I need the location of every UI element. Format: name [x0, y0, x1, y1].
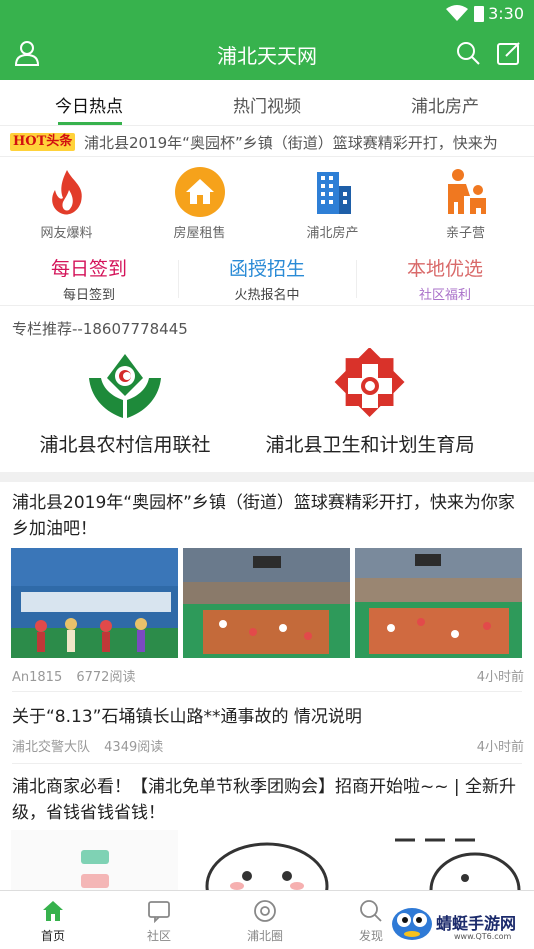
chat-icon [147, 899, 171, 924]
article-source: An1815 [12, 670, 63, 685]
article-item[interactable]: 浦北县2019年“奥园杯”乡镇（街道）篮球赛精彩开打，快来为你家乡加油吧！ An… [0, 482, 534, 692]
circle-icon [253, 899, 277, 923]
article-source: 浦北交警大队 [12, 740, 91, 755]
article-item[interactable]: 关于“8.13”石埇镇长山路**通事故的 情况说明 浦北交警大队 4349阅读 … [0, 692, 534, 764]
article-time: 4小时前 [476, 740, 524, 755]
article-meta: 浦北交警大队 4349阅读 4小时前 [12, 736, 524, 755]
edit-icon[interactable] [496, 40, 522, 70]
discover-search-icon [359, 899, 383, 923]
grid-label: 房屋租售 [173, 226, 226, 241]
feature-row: 每日签到 每日签到 函授招生 火热报名中 本地优选 社区福利 [0, 250, 534, 306]
hot-headline[interactable]: HOT头条 浦北县2019年“奥园杯”乡镇（街道）篮球赛精彩开打，快来为 [0, 127, 534, 157]
feature-subtitle: 火热报名中 [234, 288, 300, 303]
hot-tag: HOT头条 [10, 133, 76, 151]
watermark-url: www.QT6.com [454, 932, 512, 941]
article-thumbnails [11, 830, 523, 890]
feature-title: 每日签到 [50, 258, 127, 280]
status-bar: 3:30 [0, 0, 534, 28]
article-photo-3[interactable] [355, 830, 522, 890]
nav-label: 首页 [40, 929, 65, 943]
nav-label: 社区 [146, 929, 171, 943]
nav-home[interactable]: 首页 [0, 899, 106, 944]
feature-subtitle: 每日签到 [62, 288, 115, 303]
wifi-icon [446, 5, 468, 25]
nav-label: 浦北圈 [246, 929, 283, 943]
feature-local-picks[interactable]: 本地优选 社区福利 [356, 254, 534, 303]
nav-circle[interactable]: 浦北圈 [212, 899, 318, 944]
house-icon [174, 166, 226, 218]
article-time: 4小时前 [476, 670, 524, 685]
org-credit-union[interactable]: 浦北县农村信用联社 [20, 348, 230, 457]
feature-title: 函授招生 [228, 258, 305, 280]
grid-item-netizen-report[interactable]: 网友爆料 [0, 166, 133, 241]
watermark: 蜻蜓手游网 www.QT6.com [388, 900, 528, 946]
home-icon [41, 899, 65, 923]
nav-label: 发现 [358, 929, 383, 943]
building-icon [307, 166, 359, 218]
status-time: 3:30 [488, 4, 524, 23]
feature-daily-checkin[interactable]: 每日签到 每日签到 [0, 254, 178, 303]
watermark-text: 蜻蜓手游网 [436, 914, 517, 933]
app-title: 浦北天天网 [217, 44, 317, 68]
flame-icon [41, 166, 93, 218]
grid-label: 亲子营 [445, 226, 485, 241]
grid-item-house-rent[interactable]: 房屋租售 [133, 166, 266, 241]
feature-title: 本地优选 [406, 258, 483, 280]
grid-item-parent-child[interactable]: 亲子营 [399, 166, 532, 241]
article-meta: An1815 6772阅读 4小时前 [12, 666, 524, 685]
article-title[interactable]: 浦北县2019年“奥园杯”乡镇（街道）篮球赛精彩开打，快来为你家乡加油吧！ [12, 490, 524, 542]
feature-enrollment[interactable]: 函授招生 火热报名中 [178, 254, 356, 303]
article-reads: 6772阅读 [76, 670, 136, 685]
app-bar: 浦北天天网 [0, 28, 534, 80]
org-health-bureau[interactable]: 浦北县卫生和计划生育局 [250, 347, 490, 457]
active-tab-indicator [58, 122, 122, 125]
article-item[interactable]: 浦北商家必看！【浦北免单节秋季团购会】招商开始啦~~ | 全新升级，省钱省钱省钱… [0, 764, 534, 890]
article-photo-2[interactable] [183, 548, 350, 658]
tab-today-hot[interactable]: 今日热点 [0, 92, 178, 117]
org-name: 浦北县卫生和计划生育局 [265, 434, 475, 456]
article-title[interactable]: 关于“8.13”石埇镇长山路**通事故的 情况说明 [12, 704, 524, 730]
watermark-dragonfly-logo-icon [392, 908, 432, 940]
health-bureau-logo-icon [250, 347, 490, 424]
article-photo-1[interactable] [11, 830, 178, 890]
hot-headline-text[interactable]: 浦北县2019年“奥园杯”乡镇（街道）篮球赛精彩开打，快来为 [84, 132, 498, 153]
nav-community[interactable]: 社区 [106, 899, 212, 944]
tab-real-estate[interactable]: 浦北房产 [356, 92, 534, 117]
article-photo-1[interactable] [11, 548, 178, 658]
grid-item-real-estate[interactable]: 浦北房产 [266, 166, 399, 241]
battery-icon [474, 6, 484, 22]
column-heading: 专栏推荐--18607778445 [12, 320, 188, 338]
tab-hot-video[interactable]: 热门视频 [178, 92, 356, 117]
feature-subtitle: 社区福利 [418, 288, 471, 303]
article-photo-3[interactable] [355, 548, 522, 658]
column-recommend: 专栏推荐--18607778445 浦北县农村信用联社 浦北县卫生和计划生育局 [0, 308, 534, 472]
top-tabs: 今日热点 热门视频 浦北房产 [0, 80, 534, 126]
article-photo-2[interactable] [183, 830, 350, 890]
credit-union-logo-icon [20, 348, 230, 424]
article-thumbnails [11, 548, 523, 658]
grid-label: 浦北房产 [306, 226, 359, 241]
article-title[interactable]: 浦北商家必看！【浦北免单节秋季团购会】招商开始啦~~ | 全新升级，省钱省钱省钱… [12, 774, 524, 826]
grid-label: 网友爆料 [40, 226, 93, 241]
parent-child-icon [440, 166, 492, 218]
section-separator [0, 472, 534, 482]
category-grid: 网友爆料 房屋租售 浦北房产 亲子营 [0, 158, 534, 248]
article-reads: 4349阅读 [104, 740, 164, 755]
org-name: 浦北县农村信用联社 [39, 434, 211, 456]
search-icon[interactable] [456, 41, 480, 69]
